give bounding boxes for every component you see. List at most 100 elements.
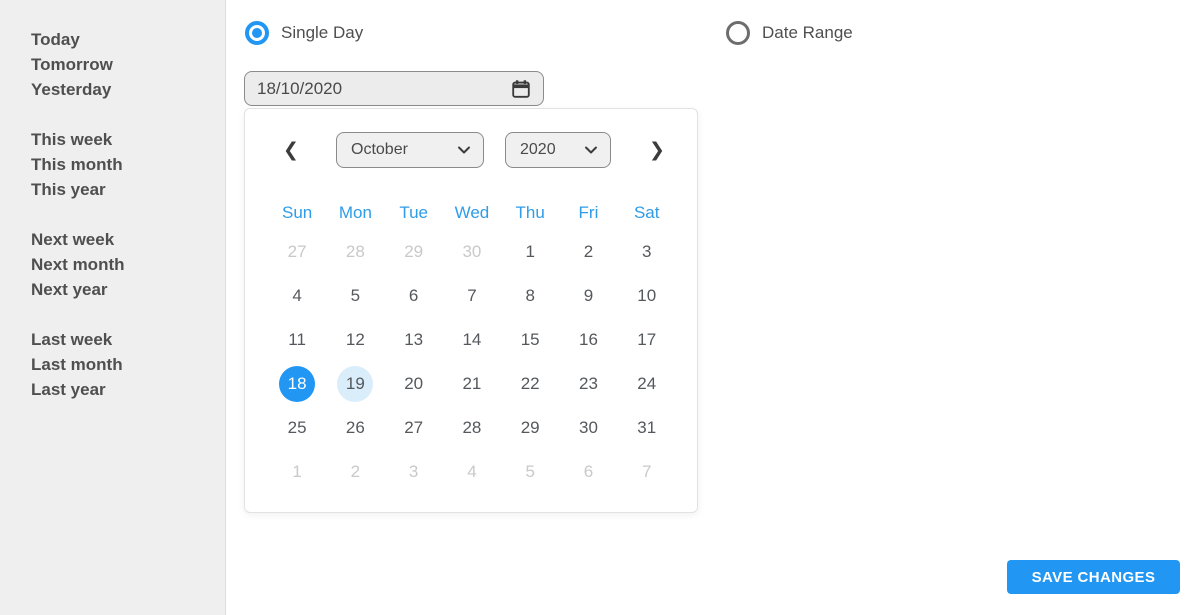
day-name-sat: Sat <box>633 203 660 222</box>
calendar-day-number: 28 <box>462 418 482 437</box>
single-day-radio[interactable]: Single Day <box>245 21 363 45</box>
calendar-day: 1 <box>268 450 326 494</box>
calendar-day[interactable]: 14 <box>443 318 501 362</box>
sidebar-groups: Today Tomorrow Yesterday This week This mont… <box>31 27 225 402</box>
calendar-day-number: 1 <box>525 242 535 261</box>
calendar-day[interactable]: 11 <box>268 318 326 362</box>
calendar-day[interactable]: 27 <box>385 406 443 450</box>
calendar-day[interactable]: 21 <box>443 362 501 406</box>
sidebar-item-next-week[interactable]: Next week <box>31 227 225 252</box>
radio-selected-icon[interactable] <box>245 21 269 45</box>
radio-unselected-icon[interactable] <box>726 21 750 45</box>
calendar-day[interactable]: 23 <box>559 362 617 406</box>
sidebar-item-last-year[interactable]: Last year <box>31 377 225 402</box>
calendar-day: 27 <box>268 230 326 274</box>
sidebar-item-this-month[interactable]: This month <box>31 152 225 177</box>
sidebar-item-last-week[interactable]: Last week <box>31 327 225 352</box>
calendar-day-number: 27 <box>404 418 424 437</box>
calendar-day-selected[interactable]: 18 <box>268 362 326 406</box>
calendar-day: 29 <box>385 230 443 274</box>
calendar-day[interactable]: 10 <box>618 274 676 318</box>
calendar-day[interactable]: 26 <box>326 406 384 450</box>
sidebar-item-next-month[interactable]: Next month <box>31 252 225 277</box>
calendar-day-number: 5 <box>350 286 361 305</box>
sidebar-item-this-week[interactable]: This week <box>31 127 225 152</box>
calendar-day-number: 8 <box>525 286 535 305</box>
calendar-day[interactable]: 12 <box>326 318 384 362</box>
calendar-day[interactable]: 17 <box>618 318 676 362</box>
calendar-day[interactable]: 2 <box>559 230 617 274</box>
calendar-day-number: 28 <box>345 242 365 261</box>
date-input-value[interactable]: 18/10/2020 <box>257 79 510 99</box>
day-name-sun: Sun <box>282 203 313 222</box>
calendar-day[interactable]: 16 <box>559 318 617 362</box>
prev-month-button[interactable]: ❮ <box>275 132 307 168</box>
calendar-day[interactable]: 24 <box>618 362 676 406</box>
calendar-day[interactable]: 4 <box>268 274 326 318</box>
calendar-day: 6 <box>559 450 617 494</box>
calendar-day[interactable]: 9 <box>559 274 617 318</box>
calendar-day-number: 25 <box>287 418 307 437</box>
sidebar-item-tomorrow[interactable]: Tomorrow <box>31 52 225 77</box>
calendar-day-number: 17 <box>637 330 657 349</box>
calendar-day: 7 <box>618 450 676 494</box>
day-name-mon: Mon <box>338 203 372 222</box>
date-range-label: Date Range <box>762 23 853 42</box>
calendar-icon[interactable] <box>510 78 532 100</box>
calendar-day[interactable]: 31 <box>618 406 676 450</box>
calendar-day-number: 31 <box>637 418 657 437</box>
week-row: 1 2 3 4 5 6 7 <box>268 450 676 494</box>
calendar-day-number: 21 <box>462 374 482 393</box>
calendar-day: 3 <box>385 450 443 494</box>
calendar-day[interactable]: 6 <box>385 274 443 318</box>
month-select[interactable]: October <box>336 132 484 168</box>
calendar-day-number: 1 <box>292 462 302 481</box>
calendar-day: 2 <box>326 450 384 494</box>
calendar-day[interactable]: 3 <box>618 230 676 274</box>
year-select[interactable]: 2020 <box>505 132 611 168</box>
calendar-day[interactable]: 28 <box>443 406 501 450</box>
calendar-day[interactable]: 7 <box>443 274 501 318</box>
calendar-day[interactable]: 5 <box>326 274 384 318</box>
calendar-day-number: 19 <box>337 366 374 402</box>
calendar-day[interactable]: 8 <box>501 274 559 318</box>
calendar-day-number: 4 <box>467 462 477 481</box>
calendar-day[interactable]: 1 <box>501 230 559 274</box>
calendar-day: 28 <box>326 230 384 274</box>
calendar-day-number: 16 <box>578 330 598 349</box>
calendar-day[interactable]: 25 <box>268 406 326 450</box>
calendar-day[interactable]: 19 <box>326 362 384 406</box>
sidebar-group: This week This month This year <box>31 127 225 202</box>
day-name-fri: Fri <box>578 203 599 222</box>
date-range-radio[interactable]: Date Range <box>726 21 853 45</box>
calendar-day[interactable]: 13 <box>385 318 443 362</box>
calendar-day-number: 22 <box>520 374 540 393</box>
sidebar-item-today[interactable]: Today <box>31 27 225 52</box>
month-select-value: October <box>351 141 408 158</box>
day-names-row: Sun Mon Tue Wed Thu Fri Sat <box>268 200 676 226</box>
calendar-day-number: 7 <box>467 286 477 305</box>
date-input[interactable]: 18/10/2020 <box>244 71 544 106</box>
next-month-button[interactable]: ❯ <box>641 132 673 168</box>
calendar-day-number: 30 <box>578 418 598 437</box>
save-changes-button[interactable]: SAVE CHANGES <box>1007 560 1180 594</box>
sidebar-item-this-year[interactable]: This year <box>31 177 225 202</box>
calendar-day[interactable]: 29 <box>501 406 559 450</box>
calendar-day[interactable]: 22 <box>501 362 559 406</box>
sidebar-item-next-year[interactable]: Next year <box>31 277 225 302</box>
calendar-day: 5 <box>501 450 559 494</box>
sidebar-group: Next week Next month Next year <box>31 227 225 302</box>
sidebar-item-yesterday[interactable]: Yesterday <box>31 77 225 102</box>
year-select-value: 2020 <box>520 141 556 158</box>
calendar-day-number: 26 <box>345 418 365 437</box>
calendar-day: 30 <box>443 230 501 274</box>
sidebar-item-last-month[interactable]: Last month <box>31 352 225 377</box>
calendar-day[interactable]: 30 <box>559 406 617 450</box>
calendar-day-number: 2 <box>583 242 594 261</box>
calendar-day-number: 10 <box>637 286 657 305</box>
calendar-day[interactable]: 20 <box>385 362 443 406</box>
calendar-day[interactable]: 15 <box>501 318 559 362</box>
calendar-day-number: 11 <box>288 330 306 349</box>
week-row: 25 26 27 28 29 30 31 <box>268 406 676 450</box>
calendar-header: ❮ October 2020 ❯ <box>245 132 697 168</box>
